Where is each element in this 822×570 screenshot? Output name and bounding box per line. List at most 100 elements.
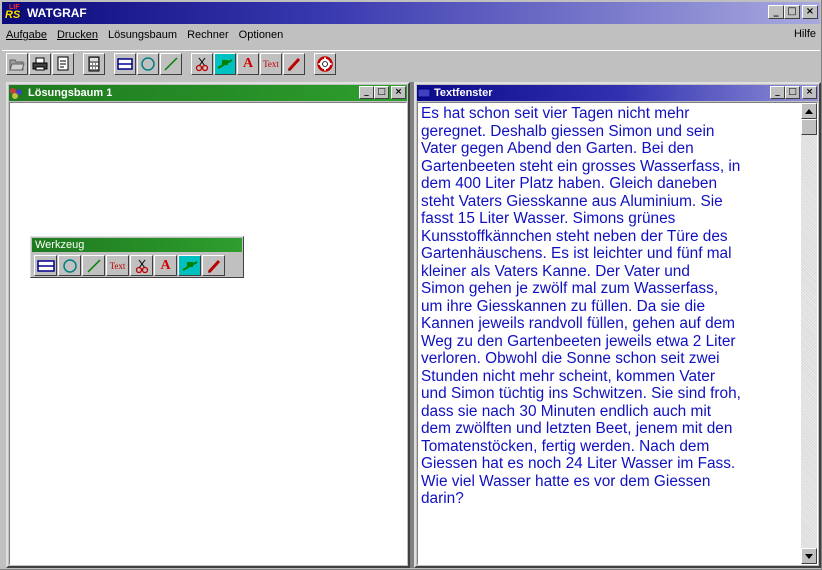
- text-icon: Text: [263, 58, 279, 69]
- text-scrollbar[interactable]: [801, 103, 817, 564]
- palette-pen-button[interactable]: [202, 255, 225, 276]
- text-window-title: Textfenster: [434, 87, 493, 99]
- maximize-icon: □: [788, 87, 797, 97]
- menu-loesungsbaum[interactable]: Lösungsbaum: [103, 29, 182, 41]
- tool-palette: Werkzeug Text A: [30, 236, 244, 278]
- font-button[interactable]: A: [237, 52, 259, 75]
- calculator-button[interactable]: [83, 52, 105, 75]
- font-a-icon: A: [242, 55, 254, 71]
- scroll-up-button[interactable]: [801, 103, 817, 119]
- solution-tree-window: Lösungsbaum 1 _ □ ×: [6, 82, 410, 568]
- text-window-maximize-button[interactable]: □: [785, 86, 800, 99]
- circle-icon: [62, 258, 77, 273]
- solution-tree-minimize-button[interactable]: _: [359, 86, 374, 99]
- app-logo-icon: LIF RS: [5, 4, 21, 21]
- text-line: Gartenhäuschens. Es ist leichter und fün…: [421, 245, 732, 262]
- solution-tree-title: Lösungsbaum 1: [28, 87, 113, 99]
- title-bar: LIF RS WATGRAF _ □ ×: [2, 2, 820, 24]
- solution-tree-maximize-button[interactable]: □: [374, 86, 389, 99]
- palette-connect-button[interactable]: [178, 255, 201, 276]
- text-line: Wie viel Wasser hatte es vor dem Giessen: [421, 472, 711, 490]
- text-line: Giessen hat es noch 24 Liter Wasser im F…: [421, 455, 736, 472]
- text-line: dass sie nach 30 Minuten endlich auch mi…: [421, 402, 712, 420]
- text-line: kleiner als Vaters Kanne. Der Vater und: [421, 262, 690, 280]
- menu-optionen[interactable]: Optionen: [234, 29, 289, 41]
- maximize-icon: □: [377, 87, 386, 97]
- text-window-close-button[interactable]: ×: [802, 86, 817, 99]
- circle-tool-button[interactable]: [137, 52, 159, 75]
- text-line: steht Vaters Giesskanne aus Aluminium. S…: [421, 192, 723, 210]
- menu-bar: Aufgabe Drucken Lösungsbaum Rechner Opti…: [2, 25, 820, 45]
- palette-rectangle-button[interactable]: [34, 255, 57, 276]
- minimize-icon: _: [775, 87, 780, 97]
- circle-icon: [141, 56, 155, 71]
- menu-aufgabe[interactable]: Aufgabe: [2, 29, 52, 41]
- text-line: dem 400 Liter Platz haben. Gleich danebe…: [421, 175, 718, 192]
- palette-text-button[interactable]: Text: [106, 255, 129, 276]
- palette-circle-button[interactable]: [58, 255, 81, 276]
- text-window: Textfenster _ □ × Es hat schon seit vier…: [414, 82, 821, 568]
- pen-icon: [287, 57, 301, 71]
- text-line: fasst 15 Liter Wasser. Simons grünes: [421, 210, 676, 227]
- text-line: Tomatenstöcken, fertig werden. Nach dem: [421, 437, 710, 455]
- solution-tree-canvas[interactable]: [9, 102, 407, 565]
- connector-icon: [217, 58, 233, 69]
- palette-cut-button[interactable]: [130, 255, 153, 276]
- close-icon: ×: [394, 87, 403, 97]
- text-line: Vater gegen Abend den Garten. Bei den: [421, 140, 694, 157]
- scroll-thumb[interactable]: [801, 119, 817, 135]
- cut-button[interactable]: [191, 52, 213, 75]
- open-button[interactable]: [6, 52, 28, 75]
- scroll-down-button[interactable]: [801, 548, 817, 564]
- print-button[interactable]: [29, 52, 51, 75]
- menu-rechner[interactable]: Rechner: [182, 29, 234, 41]
- connect-button[interactable]: [214, 52, 236, 75]
- task-text[interactable]: Es hat schon seit vier Tagen nicht mehr …: [420, 105, 800, 562]
- minimize-icon: _: [364, 87, 369, 97]
- close-button[interactable]: ×: [802, 5, 818, 19]
- document-icon: [57, 56, 69, 70]
- text-window-minimize-button[interactable]: _: [770, 86, 785, 99]
- solution-tree-close-button[interactable]: ×: [391, 86, 406, 99]
- text-line: verloren. Obwohl die Sonne schon seit zw…: [421, 350, 720, 367]
- pen-icon: [207, 259, 220, 273]
- arrow-down-icon: [805, 553, 813, 559]
- solution-tree-titlebar[interactable]: Lösungsbaum 1 _ □ ×: [9, 85, 407, 101]
- text-line: Es hat schon seit vier Tagen nicht mehr: [421, 105, 690, 122]
- lifebuoy-icon: [317, 55, 333, 72]
- text-line: geregnet. Deshalb giessen Simon und sein: [421, 122, 715, 140]
- line-icon: [86, 258, 101, 273]
- scissors-icon: [135, 259, 148, 273]
- page-button[interactable]: [52, 52, 74, 75]
- maximize-button[interactable]: □: [784, 5, 800, 19]
- rectangle-icon: [36, 259, 55, 272]
- arrow-up-icon: [805, 108, 813, 114]
- line-tool-button[interactable]: [160, 52, 182, 75]
- pen-button[interactable]: [283, 52, 305, 75]
- text-window-body: Es hat schon seit vier Tagen nicht mehr …: [417, 102, 818, 565]
- palette-font-button[interactable]: A: [154, 255, 177, 276]
- help-button[interactable]: [314, 52, 336, 75]
- menu-hilfe[interactable]: Hilfe: [794, 28, 816, 40]
- tool-palette-title[interactable]: Werkzeug: [32, 238, 242, 252]
- text-icon: Text: [109, 260, 126, 271]
- minimize-icon: _: [773, 6, 779, 17]
- minimize-button[interactable]: _: [768, 5, 784, 19]
- main-toolbar: A Text: [2, 50, 820, 76]
- scissors-icon: [195, 57, 209, 71]
- menu-drucken[interactable]: Drucken: [52, 29, 103, 41]
- folder-open-icon: [9, 59, 25, 70]
- close-icon: ×: [805, 6, 815, 17]
- tree-window-icon: [10, 87, 22, 99]
- mdi-area: Lösungsbaum 1 _ □ × Textfenster _ □ × Es…: [6, 82, 821, 568]
- rectangle-tool-button[interactable]: [114, 52, 136, 75]
- text-window-titlebar[interactable]: Textfenster _ □ ×: [417, 85, 818, 101]
- text-line: dem zwölften und letzten Beet, jenem mit…: [421, 420, 733, 437]
- palette-line-button[interactable]: [82, 255, 105, 276]
- text-line: und Simon tüchtig ins Schwitzen. Sie sin…: [421, 385, 741, 402]
- close-icon: ×: [805, 87, 814, 97]
- printer-icon: [32, 57, 48, 70]
- text-tool-button[interactable]: Text: [260, 52, 282, 75]
- app-window: LIF RS WATGRAF _ □ × Aufgabe Drucken Lös…: [0, 0, 822, 570]
- text-line: Kunsstoffkännchen steht neben der Türe d…: [421, 227, 728, 245]
